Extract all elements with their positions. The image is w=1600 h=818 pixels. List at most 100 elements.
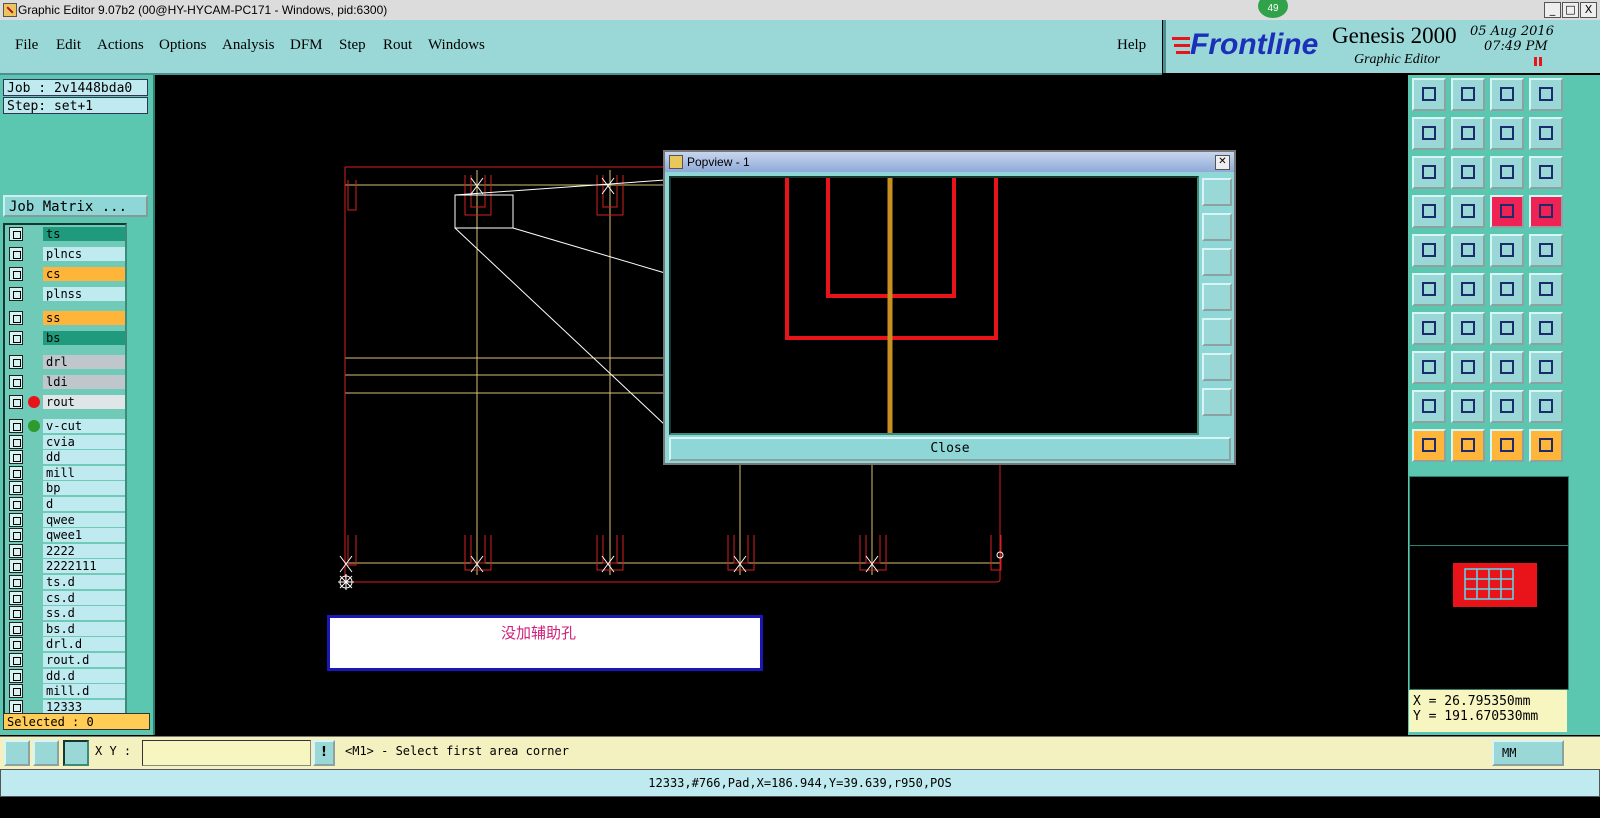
alert-icon[interactable]: ! [313,740,335,766]
menu-rout[interactable]: Rout [383,37,412,54]
layer-row-2222111[interactable]: 2222111 [8,559,127,574]
layer-row-rout[interactable]: rout [8,395,127,409]
layer-row-ss[interactable]: ss [8,311,127,325]
layer-row-drl.d[interactable]: drl.d [8,637,127,652]
layer-checkbox[interactable] [9,287,23,301]
layer-row-qwee[interactable]: qwee [8,512,127,527]
popview-zoom-in-button[interactable] [1202,178,1232,206]
units-select[interactable]: MM [1492,740,1564,766]
menu-options[interactable]: Options [159,37,207,54]
add-line-icon[interactable] [1451,234,1485,267]
layer-row-qwee1[interactable]: qwee1 [8,528,127,543]
menu-windows[interactable]: Windows [428,37,485,54]
layer-row-plnss[interactable]: plnss [8,287,127,301]
popview-move-up-button[interactable] [1202,213,1232,241]
layer-checkbox[interactable] [9,434,23,449]
close-window-button[interactable]: X [1580,2,1597,18]
layer-row-v-cut[interactable]: v-cut [8,419,127,433]
pan-left-icon[interactable] [1412,117,1446,150]
move-icon[interactable] [1490,273,1524,306]
line-tool-icon[interactable] [1451,312,1485,345]
popview-titlebar[interactable]: Popview - 1 ✕ [665,152,1234,172]
connect-icon[interactable] [1412,273,1446,306]
menu-step[interactable]: Step [339,37,366,54]
layer-checkbox[interactable] [9,621,23,636]
layer-checkbox[interactable] [9,653,23,667]
popview-close-icon[interactable]: ✕ [1215,155,1230,170]
layer-checkbox[interactable] [9,699,23,714]
layer-checkbox[interactable] [9,450,23,465]
mirror-icon[interactable] [1529,312,1563,345]
arc-center-icon[interactable] [1529,390,1563,423]
layer-row-ss.d[interactable]: ss.d [8,606,127,621]
minimize-button[interactable]: _ [1544,2,1561,18]
cut-line-icon[interactable] [1451,351,1485,384]
menu-help[interactable]: Help [1117,37,1146,54]
layer-checkbox[interactable] [9,227,23,241]
layer-row-rout.d[interactable]: rout.d [8,653,127,667]
layer-checkbox[interactable] [9,395,23,409]
home-icon[interactable] [1490,78,1524,111]
layer-checkbox[interactable] [9,512,23,527]
resize-icon[interactable] [1490,351,1524,384]
popview-move-left-button[interactable] [1202,283,1232,311]
menu-analysis[interactable]: Analysis [222,37,275,54]
popview-fit-button[interactable] [1202,353,1232,381]
add-circle-icon[interactable] [1529,234,1563,267]
layer-row-dd[interactable]: dd [8,450,127,465]
layer-checkbox[interactable] [9,606,23,621]
add-pad-icon[interactable] [1412,234,1446,267]
save-icon[interactable] [1451,78,1485,111]
zoom-window-icon[interactable] [1529,78,1563,111]
popview-close-button[interactable]: Close [669,437,1231,461]
xy-input[interactable] [142,740,311,766]
layer-row-d[interactable]: d [8,497,127,511]
line-angle-icon[interactable] [1412,312,1446,345]
snap-tool-icon[interactable] [1529,195,1563,228]
menu-edit[interactable]: Edit [56,37,81,54]
layer-checkbox[interactable] [9,465,23,480]
layer-row-ldi[interactable]: ldi [8,375,127,389]
fit-all-icon[interactable] [1451,156,1485,189]
layer-settings-icon[interactable] [1412,195,1446,228]
layer-checkbox[interactable] [9,559,23,574]
layer-checkbox[interactable] [9,684,23,699]
layer-checkbox[interactable] [9,543,23,558]
fit-vertical-icon[interactable] [1412,156,1446,189]
menu-file[interactable]: File [15,37,38,54]
popview-move-down-button[interactable] [1202,248,1232,276]
layer-row-mill.d[interactable]: mill.d [8,684,127,699]
layer-checkbox[interactable] [9,375,23,389]
layer-row-mill[interactable]: mill [8,465,127,480]
pan-right-icon[interactable] [1451,117,1485,150]
layer-row-cs.d[interactable]: cs.d [8,590,127,605]
redraw-icon[interactable] [1529,117,1563,150]
popview-canvas[interactable] [669,176,1199,435]
select-net-icon[interactable] [1529,429,1563,462]
layer-row-ts.d[interactable]: ts.d [8,575,127,589]
arc-up-icon[interactable] [1451,390,1485,423]
layer-checkbox[interactable] [9,637,23,652]
popview-zoom-out-button[interactable] [1202,388,1232,416]
open-step-icon[interactable] [1412,78,1446,111]
layer-row-ts[interactable]: ts [8,227,127,241]
arc-edit-icon[interactable] [1490,390,1524,423]
route-tool-icon[interactable] [1490,195,1524,228]
layer-row-2222[interactable]: 2222 [8,543,127,558]
select-area-icon[interactable] [1451,429,1485,462]
layer-checkbox[interactable] [9,355,23,369]
layer-checkbox[interactable] [9,528,23,543]
layer-row-bp[interactable]: bp [8,481,127,496]
popview-move-right-button[interactable] [1202,318,1232,346]
layer-row-bs[interactable]: bs [8,331,127,345]
copy-icon[interactable] [1529,273,1563,306]
grid-mode-button[interactable] [63,740,89,766]
zoom-back-icon[interactable] [1490,117,1524,150]
arc-tool-icon[interactable] [1412,390,1446,423]
delete-icon[interactable] [1451,273,1485,306]
layer-checkbox[interactable] [9,331,23,345]
layer-checkbox[interactable] [9,311,23,325]
select-polygon-icon[interactable] [1490,429,1524,462]
group-icon[interactable] [1529,351,1563,384]
scale-one-to-two-icon[interactable] [1490,156,1524,189]
